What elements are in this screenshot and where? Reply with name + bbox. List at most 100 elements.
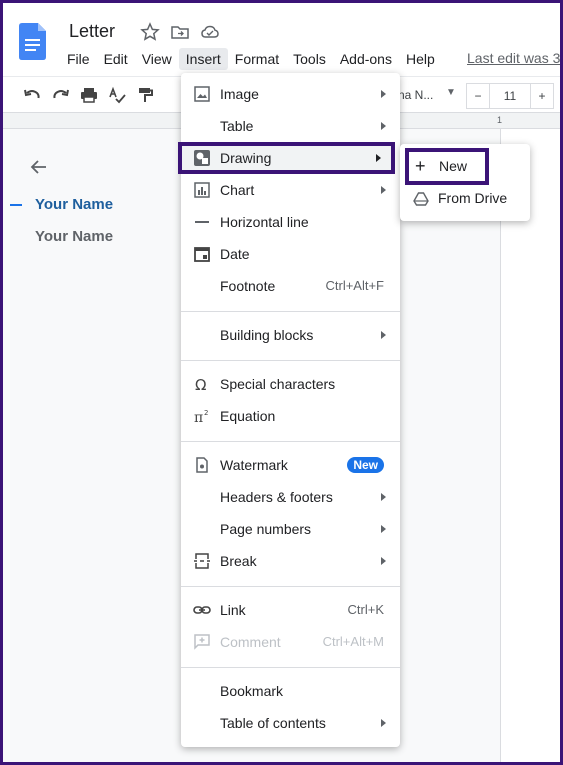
ruler-marker: 1 xyxy=(497,115,503,125)
google-drive-icon xyxy=(413,192,429,206)
undo-icon[interactable] xyxy=(23,86,41,104)
cloud-status-icon[interactable] xyxy=(200,22,220,42)
menu-item-label: Footnote xyxy=(220,278,276,294)
menu-item-break[interactable]: Break xyxy=(181,545,400,577)
menu-item-label: Link xyxy=(220,602,246,618)
menu-format[interactable]: Format xyxy=(228,48,286,70)
menu-item-horizontal-line[interactable]: Horizontal line xyxy=(181,206,400,238)
chart-icon xyxy=(194,182,210,198)
menu-item-chart[interactable]: Chart xyxy=(181,174,400,206)
menu-item-drawing[interactable]: Drawing xyxy=(178,142,395,174)
menu-item-table[interactable]: Table xyxy=(181,110,400,142)
menu-item-label: Table xyxy=(220,118,254,134)
image-icon xyxy=(194,86,210,102)
paint-format-icon[interactable] xyxy=(136,86,154,104)
last-edit-link[interactable]: Last edit was 3 xyxy=(467,50,560,66)
menu-file[interactable]: File xyxy=(60,48,97,70)
menu-item-label: Special characters xyxy=(220,376,336,392)
menu-bar: File Edit View Insert Format Tools Add-o… xyxy=(60,48,442,70)
submenu-arrow-icon xyxy=(381,493,386,501)
menu-item-shortcut: Ctrl+K xyxy=(347,602,384,617)
menu-tools[interactable]: Tools xyxy=(286,48,333,70)
menu-divider xyxy=(181,667,400,668)
menu-help[interactable]: Help xyxy=(399,48,442,70)
menu-item-bookmark[interactable]: Bookmark xyxy=(181,675,400,707)
spellcheck-icon[interactable] xyxy=(108,86,126,104)
menu-item-page-numbers[interactable]: Page numbers xyxy=(181,513,400,545)
menu-view[interactable]: View xyxy=(135,48,179,70)
menu-item-label: Image xyxy=(220,86,259,102)
menu-item-date[interactable]: Date xyxy=(181,238,400,270)
menu-item-label: Break xyxy=(220,553,257,569)
drawing-icon xyxy=(194,150,210,166)
submenu-arrow-icon xyxy=(381,331,386,339)
submenu-arrow-icon xyxy=(381,186,386,194)
menu-item-label: Table of contents xyxy=(220,715,326,731)
menu-item-link[interactable]: Link Ctrl+K xyxy=(181,594,400,626)
calendar-icon xyxy=(194,247,210,262)
menu-item-image[interactable]: Image xyxy=(181,78,400,110)
docs-logo-icon[interactable] xyxy=(19,23,46,60)
pi-icon: π 2 xyxy=(194,409,208,425)
svg-text:Ω: Ω xyxy=(195,376,206,393)
back-arrow-icon[interactable] xyxy=(29,157,49,177)
star-icon[interactable] xyxy=(140,22,160,42)
docs-header: Letter File Edit View Insert Format Tool… xyxy=(0,0,563,76)
submenu-arrow-icon xyxy=(381,525,386,533)
document-page[interactable] xyxy=(500,129,560,765)
font-size-input[interactable]: 11 xyxy=(489,83,531,109)
svg-text:2: 2 xyxy=(204,409,208,417)
redo-icon[interactable] xyxy=(52,86,70,104)
menu-item-label: Bookmark xyxy=(220,683,284,699)
font-name-select[interactable]: na N... xyxy=(398,88,433,102)
menu-divider xyxy=(181,311,400,312)
menu-insert[interactable]: Insert xyxy=(178,48,228,70)
menu-item-label: Watermark xyxy=(220,457,288,473)
menu-item-footnote[interactable]: Footnote Ctrl+Alt+F xyxy=(181,270,400,302)
document-outline-panel xyxy=(0,129,180,765)
watermark-icon xyxy=(196,457,208,473)
menu-item-label: Horizontal line xyxy=(220,214,309,230)
comment-icon xyxy=(194,634,210,650)
menu-item-building-blocks[interactable]: Building blocks xyxy=(181,319,400,351)
new-badge: New xyxy=(347,457,384,473)
outline-item-active[interactable]: Your Name xyxy=(35,196,113,213)
insert-menu: Image Table Drawing Chart Horizontal lin… xyxy=(178,73,400,747)
font-size-increase-button[interactable]: + xyxy=(530,83,554,109)
drawing-from-drive-option[interactable]: From Drive xyxy=(405,187,530,211)
menu-item-watermark[interactable]: Watermark New xyxy=(181,449,400,481)
menu-item-headers-footers[interactable]: Headers & footers xyxy=(181,481,400,513)
submenu-arrow-icon xyxy=(381,122,386,130)
menu-item-special-characters[interactable]: Ω Special characters xyxy=(181,368,400,400)
menu-item-table-of-contents[interactable]: Table of contents xyxy=(181,707,400,739)
omega-icon: Ω xyxy=(195,376,206,393)
move-folder-icon[interactable] xyxy=(170,22,190,42)
font-dropdown-icon[interactable]: ▼ xyxy=(446,87,456,98)
link-icon xyxy=(193,606,211,614)
submenu-arrow-icon xyxy=(381,719,386,727)
print-icon[interactable] xyxy=(80,86,98,104)
menu-item-shortcut: Ctrl+Alt+F xyxy=(325,278,384,293)
menu-divider xyxy=(181,360,400,361)
drawing-new-option[interactable]: + New xyxy=(405,148,489,185)
menu-item-label: Page numbers xyxy=(220,521,312,537)
menu-add-ons[interactable]: Add-ons xyxy=(333,48,399,70)
document-title[interactable]: Letter xyxy=(69,21,115,42)
menu-item-label: Comment xyxy=(220,634,281,650)
menu-item-shortcut: Ctrl+Alt+M xyxy=(322,634,384,649)
menu-item-label: Equation xyxy=(220,408,276,424)
menu-item-label: Chart xyxy=(220,182,255,198)
plus-icon: + xyxy=(415,156,426,176)
font-size-decrease-button[interactable]: − xyxy=(466,83,490,109)
menu-item-label: Headers & footers xyxy=(220,489,333,505)
menu-edit[interactable]: Edit xyxy=(97,48,135,70)
menu-divider xyxy=(181,441,400,442)
submenu-arrow-icon xyxy=(381,557,386,565)
break-icon xyxy=(194,553,210,569)
submenu-arrow-icon xyxy=(376,154,381,162)
menu-item-equation[interactable]: π 2 Equation xyxy=(181,400,400,432)
outline-active-indicator xyxy=(10,204,22,206)
submenu-arrow-icon xyxy=(381,90,386,98)
menu-divider xyxy=(181,586,400,587)
outline-item[interactable]: Your Name xyxy=(35,228,113,245)
